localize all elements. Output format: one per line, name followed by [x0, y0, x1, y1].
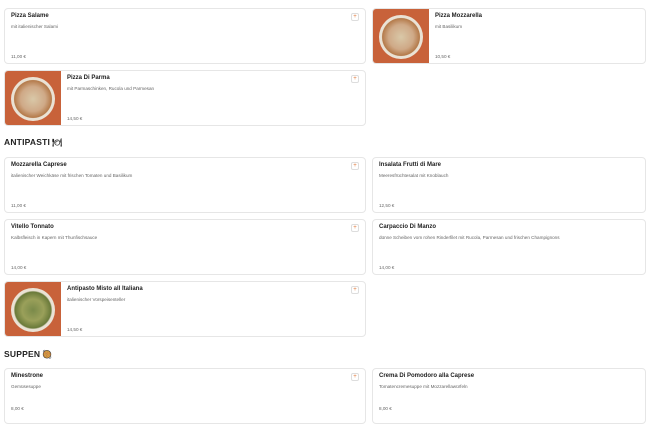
- item-title: Mozzarella Caprese: [11, 162, 67, 168]
- item-description: Kalbsfleisch in Kapern mit Thunfischsauc…: [11, 235, 98, 240]
- item-description: italienischer Weichkäse mit frischen Tom…: [11, 173, 133, 178]
- item-price: 11,00 €: [11, 54, 26, 59]
- menu-item-card[interactable]: Minestrone Gemüsesuppe 8,00 € +: [4, 368, 366, 424]
- item-title: Vitello Tonnato: [11, 224, 54, 230]
- item-title: Crema Di Pomodoro alla Caprese: [379, 373, 475, 379]
- item-price: 11,00 €: [11, 203, 26, 208]
- menu-item-card[interactable]: Mozzarella Caprese italienischer Weichkä…: [4, 157, 366, 213]
- menu-item-card[interactable]: Pizza Salame mit italienischer Salami 11…: [4, 8, 366, 64]
- item-image: [5, 282, 61, 336]
- section-heading-antipasti: ANTIPASTI 🍽: [4, 137, 62, 147]
- add-to-cart-button[interactable]: +: [351, 373, 359, 381]
- item-price: 8,00 €: [11, 406, 24, 411]
- menu-item-card[interactable]: Carpaccio Di Manzo dünne Scheiben vom ro…: [372, 219, 646, 275]
- item-price: 12,50 €: [379, 203, 395, 208]
- add-to-cart-button[interactable]: +: [351, 13, 359, 21]
- item-description: Meeresfrüchtesalat mit Knoblauch: [379, 173, 449, 178]
- item-price: 14,00 €: [11, 265, 27, 270]
- item-price: 10,50 €: [435, 54, 451, 59]
- item-description: mit Basilikum: [435, 24, 463, 29]
- item-price: 8,00 €: [379, 406, 392, 411]
- menu-item-card[interactable]: Vitello Tonnato Kalbsfleisch in Kapern m…: [4, 219, 366, 275]
- item-title: Pizza Salame: [11, 13, 49, 19]
- item-title: Minestrone: [11, 373, 44, 379]
- item-price: 14,50 €: [67, 327, 83, 332]
- item-price: 14,00 €: [379, 265, 395, 270]
- section-title: SUPPEN: [4, 349, 41, 359]
- menu-item-card[interactable]: Pizza Mozzarella mit Basilikum 10,50 €: [372, 8, 646, 64]
- plate-icon: 🍽: [52, 138, 63, 147]
- item-price: 14,50 €: [67, 116, 83, 121]
- pizza-photo: [379, 15, 423, 59]
- item-title: Carpaccio Di Manzo: [379, 224, 437, 230]
- add-to-cart-button[interactable]: +: [351, 286, 359, 294]
- pizza-photo: [11, 77, 55, 121]
- item-description: mit Parmaschinken, Rucola und Parmesan: [67, 86, 155, 91]
- item-title: Pizza Mozzarella: [435, 13, 483, 19]
- menu-item-card[interactable]: Crema Di Pomodoro alla Caprese Tomatencr…: [372, 368, 646, 424]
- item-description: italienischer Vorspeisenteller: [67, 297, 126, 302]
- item-title: Pizza Di Parma: [67, 75, 110, 81]
- menu-item-card[interactable]: Insalata Frutti di Mare Meeresfrüchtesal…: [372, 157, 646, 213]
- item-description: Tomatencremesuppe mit Mozzarellawürfeln: [379, 384, 468, 389]
- item-title: Antipasto Misto all Italiana: [67, 286, 143, 292]
- add-to-cart-button[interactable]: +: [351, 162, 359, 170]
- soup-icon: 🥘: [42, 350, 53, 359]
- item-description: mit italienischer Salami: [11, 24, 58, 29]
- item-description: Gemüsesuppe: [11, 384, 41, 389]
- item-image: [373, 9, 429, 63]
- antipasto-photo: [11, 288, 55, 332]
- menu-item-card[interactable]: Pizza Di Parma mit Parmaschinken, Rucola…: [4, 70, 366, 126]
- add-to-cart-button[interactable]: +: [351, 224, 359, 232]
- item-image: [5, 71, 61, 125]
- add-to-cart-button[interactable]: +: [351, 75, 359, 83]
- item-description: dünne Scheiben vom rohen Rinderfilet mit…: [379, 235, 560, 240]
- menu-item-card[interactable]: Antipasto Misto all Italiana italienisch…: [4, 281, 366, 337]
- item-title: Insalata Frutti di Mare: [379, 162, 442, 168]
- section-heading-suppen: SUPPEN 🥘: [4, 349, 52, 359]
- section-title: ANTIPASTI: [4, 137, 51, 147]
